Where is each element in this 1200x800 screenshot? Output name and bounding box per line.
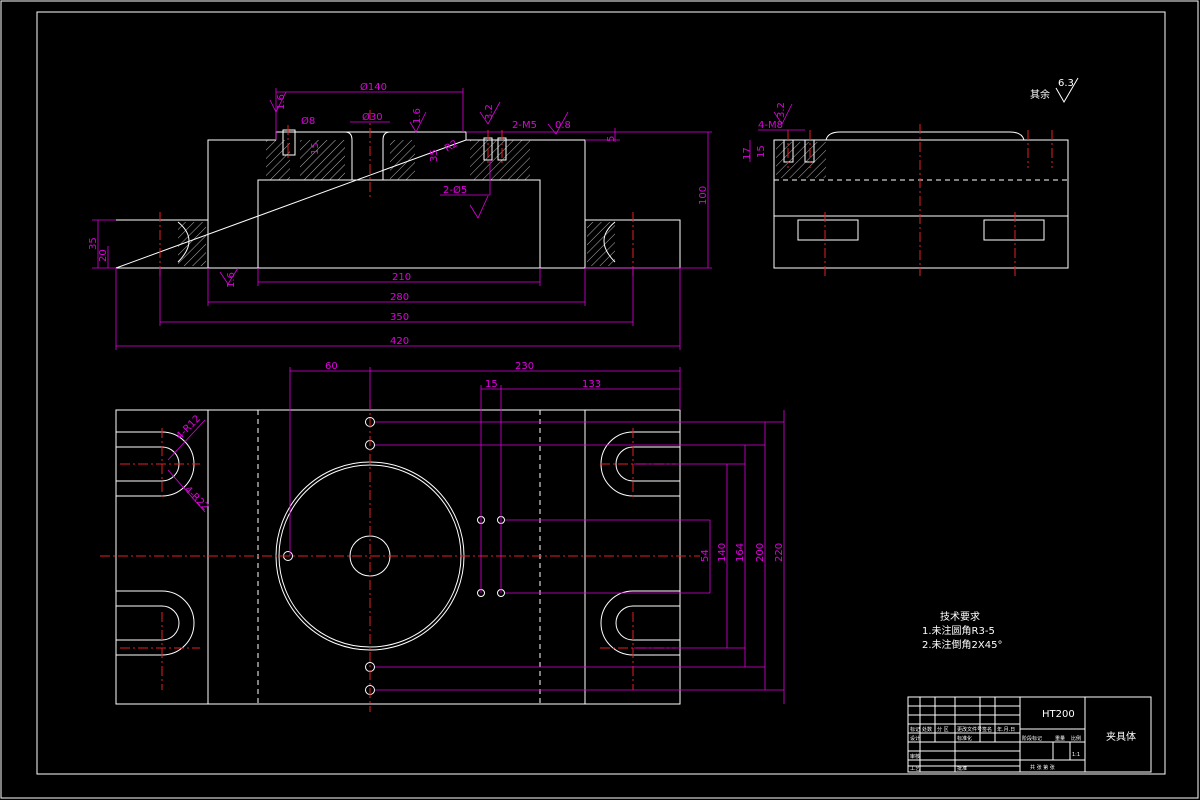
tb-change-doc: 更改文件号 <box>957 726 982 733</box>
dim-d30: Ø30 <box>362 111 383 123</box>
roughness-side: 3.2 <box>776 102 787 118</box>
roughness-3: 1.6 <box>412 108 423 124</box>
dim-164: 164 <box>735 543 746 562</box>
dim-r2: R2 <box>443 138 460 154</box>
tb-design: 设计 <box>910 735 920 742</box>
tb-sheets: 共 张 第 张 <box>1030 764 1055 771</box>
tb-process: 工艺 <box>910 766 920 772</box>
tb-review: 审核 <box>910 753 920 760</box>
dim-100: 100 <box>698 186 709 205</box>
dim-17: 17 <box>742 147 753 160</box>
tech-requirements: 技术要求 1.未注圆角R3-5 2.未注倒角2X45° <box>922 610 1002 651</box>
dim-54: 54 <box>700 549 711 562</box>
dim-133: 133 <box>582 379 601 390</box>
dim-5: 5 <box>606 136 617 142</box>
tb-scale: 1:1 <box>1072 752 1080 758</box>
tb-part-name: 夹具体 <box>1106 730 1136 743</box>
tb-material: HT200 <box>1042 709 1075 720</box>
tb-weight: 重量 <box>1055 735 1065 742</box>
dim-35: 35 <box>429 149 440 162</box>
tb-mark: 标记 <box>910 726 920 733</box>
roughness-2: 3.2 <box>484 104 495 120</box>
drawing-border <box>36 11 1166 775</box>
title-block-grid <box>908 697 1020 772</box>
dim-20-left: 20 <box>98 249 109 262</box>
tech-title: 技术要求 <box>940 610 980 623</box>
dim-2-d5: 2-Ø5 <box>443 184 467 196</box>
tb-ratio: 比例 <box>1071 735 1081 742</box>
dim-60: 60 <box>325 361 338 372</box>
tb-standard: 标准化 <box>957 735 972 742</box>
dim-220: 220 <box>774 543 785 562</box>
roughness-5: 0.8 <box>555 120 571 131</box>
outer-border <box>0 0 1199 799</box>
tb-stage: 阶段标记 <box>1022 735 1042 742</box>
dim-230: 230 <box>515 361 534 372</box>
tb-approve: 批准 <box>957 765 967 772</box>
roughness-1: 1.6 <box>276 94 287 110</box>
tb-zone: 分 区 <box>937 726 949 733</box>
dim-350: 350 <box>390 312 409 323</box>
dim-35-left: 35 <box>88 237 99 250</box>
dim-4-r22: 4-R22 <box>182 484 211 513</box>
side-view: 4-M8 17 15 3.2 <box>742 102 1069 276</box>
dim-210: 210 <box>392 272 411 283</box>
dim-15: 15 <box>310 142 321 155</box>
roughness-bottom: 1.6 <box>226 272 237 288</box>
dim-d140: Ø140 <box>360 81 387 93</box>
dim-15-top: 15 <box>485 379 498 390</box>
tb-count: 处数 <box>922 726 932 733</box>
dim-420: 420 <box>390 336 409 347</box>
front-view: Ø140 Ø8 Ø30 2-M5 2-Ø5 R2 35 100 5 210 28… <box>88 81 712 350</box>
drawing-canvas: Ø140 Ø8 Ø30 2-M5 2-Ø5 R2 35 100 5 210 28… <box>0 0 1199 799</box>
dim-d8: Ø8 <box>301 115 315 127</box>
dim-15-side: 15 <box>756 145 767 158</box>
other-roughness-note: 其余 6.3 <box>1030 77 1079 103</box>
tech-item-1: 1.未注圆角R3-5 <box>922 624 995 637</box>
tb-date: 年.月.日 <box>997 726 1015 733</box>
dim-280: 280 <box>390 292 409 303</box>
other-value: 6.3 <box>1058 78 1074 89</box>
dim-200: 200 <box>755 543 766 562</box>
tech-item-2: 2.未注倒角2X45° <box>922 638 1002 651</box>
dim-4-m8: 4-M8 <box>758 120 783 131</box>
title-block: 标记 处数 分 区 更改文件号 签名 年.月.日 设计 标准化 阶段标记 重量 … <box>907 696 1152 773</box>
top-view: 60 230 15 133 54 140 164 200 220 4-R12 4… <box>100 361 785 712</box>
tb-sign: 签名 <box>982 726 992 733</box>
other-label: 其余 <box>1030 88 1050 101</box>
dim-140: 140 <box>717 543 728 562</box>
dim-m5: 2-M5 <box>512 120 537 131</box>
